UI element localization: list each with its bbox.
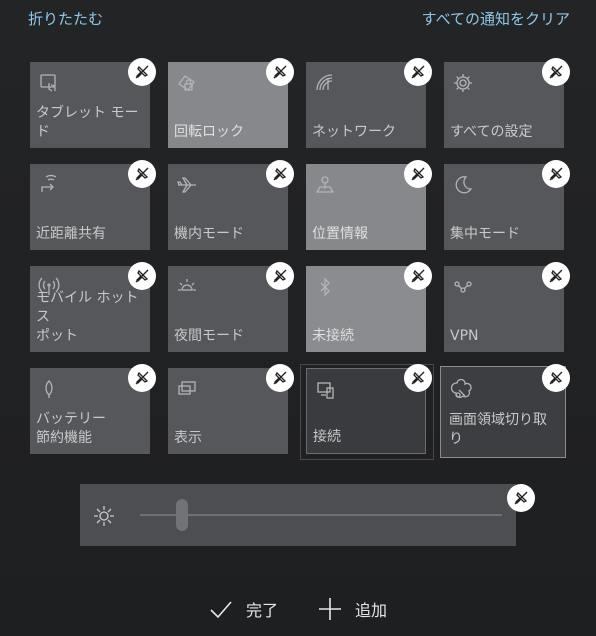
- unpin-icon: [411, 167, 425, 181]
- airplane-icon: [176, 174, 198, 196]
- tile-label: バッテリー 節約機能: [36, 411, 106, 446]
- tile-label: モバイル ホットス ポット: [36, 290, 139, 344]
- unpin-button[interactable]: [404, 364, 432, 392]
- unpin-button[interactable]: [542, 364, 570, 392]
- unpin-button[interactable]: [128, 262, 156, 290]
- unpin-icon: [514, 491, 528, 505]
- unpin-icon: [273, 371, 287, 385]
- unpin-button[interactable]: [266, 262, 294, 290]
- unpin-button[interactable]: [507, 484, 535, 512]
- tile-label: タブレット モード: [36, 105, 139, 140]
- gear-icon: [452, 72, 474, 94]
- tile-label: 集中モード: [450, 226, 520, 242]
- unpin-button[interactable]: [266, 160, 294, 188]
- unpin-icon: [273, 167, 287, 181]
- unpin-button[interactable]: [404, 160, 432, 188]
- tile-label: ネットワーク: [312, 124, 396, 140]
- unpin-button[interactable]: [128, 364, 156, 392]
- unpin-button[interactable]: [128, 160, 156, 188]
- tile-label: VPN: [450, 328, 479, 344]
- tile-label: 画面領域切り取 り: [449, 412, 547, 447]
- tile-label: 近距離共有: [36, 226, 106, 242]
- checkmark-icon: [210, 601, 232, 619]
- moon-icon: [452, 174, 474, 196]
- unpin-button[interactable]: [404, 58, 432, 86]
- unpin-button[interactable]: [404, 262, 432, 290]
- action-center-edit-panel: 折りたたむ すべての通知をクリア タブレット モード 回転ロック ネットワーク …: [0, 0, 596, 636]
- vpn-icon: [452, 276, 474, 298]
- snip-icon: [451, 379, 473, 401]
- connect-icon: [315, 379, 337, 401]
- unpin-button[interactable]: [266, 58, 294, 86]
- tablet-mode-icon: [38, 72, 60, 94]
- brightness-sun-icon: [92, 504, 116, 528]
- tile-label: 夜間モード: [174, 328, 244, 344]
- tile-label: 機内モード: [174, 226, 244, 242]
- tile-label: すべての設定: [450, 124, 533, 140]
- done-label: 完了: [246, 601, 279, 620]
- brightness-slider-thumb[interactable]: [176, 499, 188, 531]
- project-display-icon: [176, 378, 198, 400]
- location-icon: [314, 174, 336, 196]
- unpin-button[interactable]: [542, 58, 570, 86]
- unpin-icon: [549, 167, 563, 181]
- unpin-icon: [411, 371, 425, 385]
- tile-label: 回転ロック: [174, 124, 244, 140]
- unpin-icon: [135, 269, 149, 283]
- unpin-button[interactable]: [542, 160, 570, 188]
- unpin-button[interactable]: [542, 262, 570, 290]
- unpin-icon: [273, 65, 287, 79]
- collapse-link[interactable]: 折りたたむ: [28, 8, 103, 29]
- unpin-icon: [549, 269, 563, 283]
- unpin-button[interactable]: [266, 364, 294, 392]
- add-button[interactable]: 追加: [317, 596, 387, 622]
- brightness-slider-panel: [80, 484, 516, 546]
- brightness-slider-track[interactable]: [140, 514, 502, 516]
- unpin-icon: [549, 371, 563, 385]
- unpin-icon: [549, 65, 563, 79]
- unpin-icon: [135, 167, 149, 181]
- night-light-icon: [176, 276, 198, 298]
- add-label: 追加: [355, 601, 388, 620]
- unpin-icon: [273, 269, 287, 283]
- bluetooth-icon: [314, 276, 336, 298]
- tile-label: 位置情報: [312, 226, 368, 242]
- unpin-button[interactable]: [128, 58, 156, 86]
- nearby-sharing-icon: [38, 174, 60, 196]
- tile-label: 表示: [174, 430, 202, 446]
- battery-saver-icon: [38, 378, 60, 400]
- tile-label: 接続: [313, 429, 341, 445]
- unpin-icon: [135, 371, 149, 385]
- clear-all-notifications-link[interactable]: すべての通知をクリア: [422, 8, 570, 29]
- unpin-icon: [411, 65, 425, 79]
- plus-icon: [319, 598, 341, 620]
- unpin-icon: [411, 269, 425, 283]
- rotation-lock-icon: [176, 72, 198, 94]
- tile-label: 未接続: [312, 328, 354, 344]
- done-button[interactable]: 完了: [208, 596, 278, 622]
- network-icon: [314, 72, 336, 94]
- unpin-icon: [135, 65, 149, 79]
